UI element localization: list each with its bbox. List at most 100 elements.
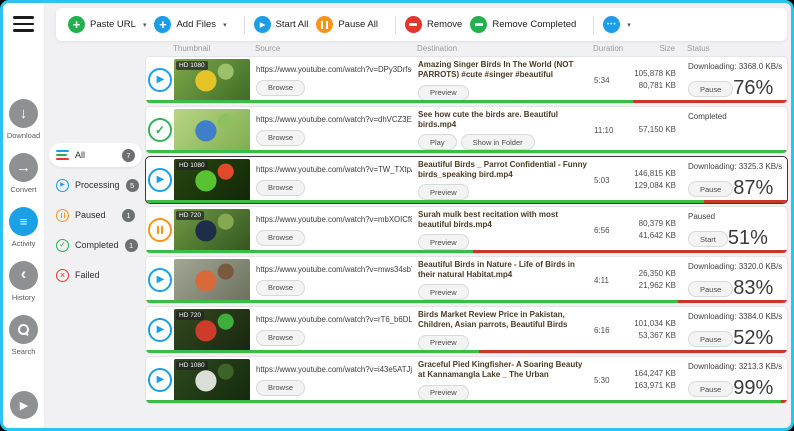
browse-button[interactable]: Browse [256,80,305,96]
completed-icon[interactable]: ✓ [148,118,172,142]
convert-icon: → [9,153,38,182]
downloading-icon[interactable]: ▶ [148,318,172,342]
source-url: https://www.youtube.com/watch?v=i43e5ATJ… [256,365,412,374]
preview-button[interactable]: Preview [418,385,469,401]
download-list: ▶ HD 1080 https://www.youtube.com/watch?… [145,56,788,406]
filter-item-processing[interactable]: ▶ Processing 5 [49,173,142,197]
video-thumbnail: HD 1080 [174,59,250,101]
video-thumbnail: HD 1080 [174,359,250,401]
duration-value: 11:10 [594,126,628,135]
ellipsis-icon: ••• [603,16,620,33]
action-button[interactable]: Pause [688,281,733,297]
hamburger-menu-icon[interactable] [13,16,34,36]
downloading-icon[interactable]: ▶ [148,68,172,92]
video-thumbnail [174,109,250,151]
filter-panel: All 7 ▶ Processing 5 Paused 1 ✓ Complete… [49,143,142,293]
preview-button[interactable]: Preview [418,234,469,250]
action-button[interactable]: Pause [688,331,733,347]
download-row[interactable]: ▶ HD 720 https://www.youtube.com/watch?v… [145,306,788,354]
progress-percent: 99% [733,379,773,397]
paused-icon[interactable] [148,218,172,242]
duration-value: 5:03 [594,176,628,185]
chevron-down-icon[interactable]: ▾ [223,21,227,29]
toolbar-divider [395,16,396,34]
activity-icon: ≡ [9,207,38,236]
browse-button[interactable]: Browse [256,130,305,146]
plus-icon: + [68,16,85,33]
browse-button[interactable]: Browse [256,280,305,296]
filter-item-completed[interactable]: ✓ Completed 1 [49,233,142,257]
progress-percent: 52% [733,329,773,347]
download-row[interactable]: ▶ https://www.youtube.com/watch?v=mws34s… [145,256,788,304]
column-header-thumbnail: Thumbnail [173,44,255,53]
chevron-down-icon[interactable]: ▾ [627,21,631,29]
remove-button[interactable]: Remove [405,16,462,33]
progress-percent: 83% [733,279,773,297]
action-button[interactable]: Pause [688,381,733,397]
sidebar-nav: ↓ Download → Convert ≡ Activity ‹ Histor… [3,99,44,369]
progress-percent: 87% [733,179,773,197]
downloading-icon[interactable]: ▶ [148,268,172,292]
filter-count-badge: 1 [125,239,138,252]
downloading-icon[interactable]: ▶ [148,368,172,392]
chevron-down-icon[interactable]: ▾ [143,21,147,29]
more-options-button[interactable]: ••• ▾ [603,16,631,33]
filter-item-all[interactable]: All 7 [49,143,142,167]
quality-badge: HD 720 [176,211,204,220]
minus-icon [470,16,487,33]
quality-badge: HD 1080 [176,361,208,370]
quality-badge: HD 1080 [176,61,208,70]
sidebar-item-search[interactable]: Search [9,315,38,356]
duration-value: 6:56 [594,226,628,235]
preview-button[interactable]: Preview [418,184,469,200]
browse-button[interactable]: Browse [256,380,305,396]
filter-count-badge: 7 [122,149,135,162]
download-icon: ↓ [9,99,38,128]
download-row[interactable]: HD 720 https://www.youtube.com/watch?v=m… [145,206,788,254]
play-button[interactable]: Play [418,134,457,150]
pause-all-button[interactable]: Pause All [316,16,378,33]
paste-url-label: Paste URL [90,19,136,30]
minus-icon [405,16,422,33]
preview-button[interactable]: Preview [418,85,469,101]
sidebar-item-download[interactable]: ↓ Download [7,99,40,140]
filter-label: Paused [75,210,106,220]
quality-badge: HD 720 [176,311,204,320]
filter-item-paused[interactable]: Paused 1 [49,203,142,227]
action-button[interactable]: Pause [688,81,733,97]
history-icon: ‹ [9,261,38,290]
filter-item-failed[interactable]: × Failed [49,263,142,287]
browse-button[interactable]: Browse [256,180,305,196]
pause-all-label: Pause All [338,19,378,30]
column-header-destination: Destination [417,44,593,53]
progress-percent: 51% [728,229,768,247]
filter-label: All [75,150,85,160]
sidebar-item-convert[interactable]: → Convert [9,153,38,194]
action-button[interactable]: Start [688,231,728,247]
status-text: Downloading: 3320.0 KB/s [688,262,787,271]
preview-button[interactable]: Preview [418,335,469,351]
play-icon: ▶ [254,16,271,33]
list-icon [56,150,69,161]
browse-button[interactable]: Browse [256,330,305,346]
video-title: Surah mulk best recitation with most bea… [418,210,588,231]
column-header-status: Status [675,44,788,53]
download-row[interactable]: ▶ HD 1080 https://www.youtube.com/watch?… [145,156,788,204]
add-files-button[interactable]: + Add Files ▾ [154,16,226,33]
download-row[interactable]: ▶ HD 1080 https://www.youtube.com/watch?… [145,356,788,404]
filter-label: Completed [75,240,119,250]
sidebar-item-activity[interactable]: ≡ Activity [9,207,38,248]
action-button[interactable]: Pause [688,181,733,197]
download-row[interactable]: ✓ https://www.youtube.com/watch?v=dhVCZ3… [145,106,788,154]
start-all-button[interactable]: ▶ Start All [254,16,309,33]
sidebar-item-history[interactable]: ‹ History [9,261,38,302]
play-circle-icon[interactable]: ▶ [10,391,38,419]
downloading-icon[interactable]: ▶ [148,168,172,192]
video-thumbnail: HD 720 [174,209,250,251]
browse-button[interactable]: Browse [256,230,305,246]
preview-button[interactable]: Preview [418,284,469,300]
download-row[interactable]: ▶ HD 1080 https://www.youtube.com/watch?… [145,56,788,104]
show-in-folder-button[interactable]: Show in Folder [461,134,535,150]
paste-url-button[interactable]: + Paste URL ▾ [68,16,146,33]
remove-completed-button[interactable]: Remove Completed [470,16,576,33]
